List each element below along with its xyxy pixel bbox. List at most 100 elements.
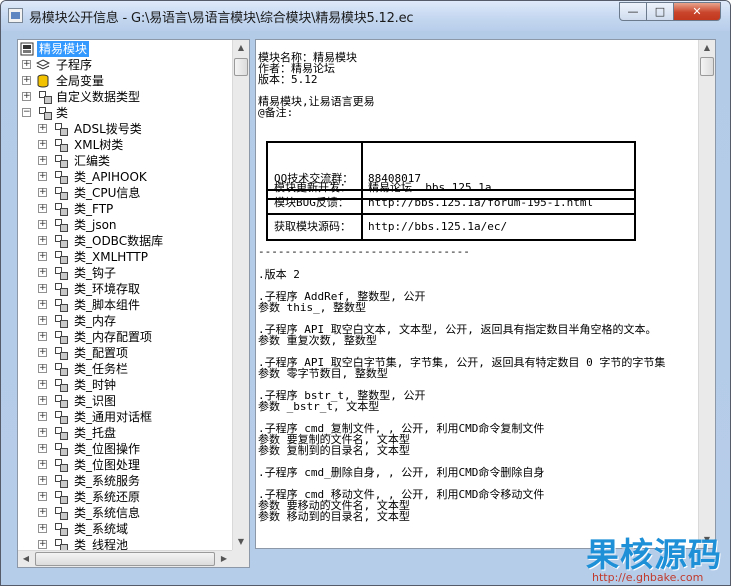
expand-icon[interactable]: + [38, 508, 47, 517]
table-key: 获取模块源码： [274, 220, 351, 233]
expand-icon[interactable]: + [38, 124, 47, 133]
expand-icon[interactable]: + [38, 460, 47, 469]
scroll-up-arrow-icon[interactable]: ▲ [233, 40, 249, 56]
expand-icon[interactable]: + [38, 316, 47, 325]
horizontal-scroll-thumb[interactable] [35, 552, 215, 566]
class-icon [54, 218, 68, 232]
expand-icon[interactable]: + [38, 428, 47, 437]
expand-icon[interactable]: + [38, 412, 47, 421]
tree-item-label: 类_CPU信息 [74, 186, 141, 200]
expand-icon[interactable]: + [38, 524, 47, 533]
expand-icon[interactable]: + [38, 172, 47, 181]
expand-icon[interactable]: + [38, 236, 47, 245]
module-info-text[interactable]: 模块更新开发： 精易论坛 bbs.125.1a QQ技术交流群： 8840801… [258, 52, 697, 548]
expand-icon[interactable]: + [38, 540, 47, 549]
database-icon [36, 74, 50, 88]
expand-icon[interactable]: + [38, 492, 47, 501]
expand-icon[interactable]: + [38, 204, 47, 213]
class-icon [54, 506, 68, 520]
scroll-down-arrow-icon[interactable]: ▼ [233, 534, 249, 550]
expand-icon[interactable]: + [38, 380, 47, 389]
module-tree[interactable]: 精易模块 + 子程序 + 全局变量 + 自定义数据类型 − 类 + ADSL拨号… [18, 40, 232, 552]
class-icon [54, 234, 68, 248]
module-info-pane: 模块更新开发： 精易论坛 bbs.125.1a QQ技术交流群： 8840801… [255, 39, 716, 549]
tree-item-label: 类_托盘 [74, 426, 117, 440]
expand-icon[interactable]: + [38, 364, 47, 373]
info-line: @备注: [258, 106, 294, 119]
code-line: 参数 重复次数, 整数型 [258, 334, 377, 347]
code-line: 参数 _bstr_t, 文本型 [258, 400, 380, 413]
expand-icon[interactable]: + [38, 220, 47, 229]
tree-item-label: 类_ODBC数据库 [74, 234, 164, 248]
tree-item-label: 汇编类 [74, 154, 111, 168]
expand-icon[interactable]: + [38, 300, 47, 309]
expand-icon[interactable]: + [22, 60, 31, 69]
expand-icon[interactable]: + [22, 76, 31, 85]
code-line: 参数 移动到的目录名, 文本型 [258, 510, 410, 523]
tree-item-label: 类_系统还原 [74, 490, 141, 504]
expand-icon[interactable]: + [38, 284, 47, 293]
tree-item-label: 类_系统域 [74, 522, 129, 536]
table-key: 模块BUG反馈： [274, 196, 349, 209]
class-icon [54, 282, 68, 296]
scroll-thumb[interactable] [700, 57, 714, 76]
expand-icon[interactable]: + [38, 332, 47, 341]
separator-line: -------------------------------- [258, 245, 470, 258]
scroll-thumb[interactable] [234, 58, 248, 76]
tree-item-label: 类_任务栏 [74, 362, 129, 376]
class-icon [54, 458, 68, 472]
collapse-icon[interactable]: − [22, 108, 31, 117]
class-icon [38, 90, 52, 104]
minimize-button[interactable]: — [619, 2, 647, 21]
main-window: 易模块公开信息 - G:\易语言\易语言模块\综合模块\精易模块5.12.ec … [0, 0, 731, 586]
tree-item-label: 类_配置项 [74, 346, 129, 360]
tree-item-label: 类_时钟 [74, 378, 117, 392]
table-key: QQ技术交流群： [274, 172, 354, 185]
table-row: QQ技术交流群： 88408017 [268, 167, 634, 191]
tree-item-label: 类_APIHOOK [74, 170, 147, 184]
expand-icon[interactable]: + [38, 140, 47, 149]
expand-icon[interactable]: + [38, 156, 47, 165]
tree-item-label: 类_位图操作 [74, 442, 141, 456]
tree-item-label: 自定义数据类型 [56, 90, 141, 104]
tree-item-label: 类_XMLHTTP [74, 250, 148, 264]
scroll-up-arrow-icon[interactable]: ▲ [699, 40, 715, 56]
tree-item-label: 类_环境存取 [74, 282, 141, 296]
table-value: http://bbs.125.1a/forum-195-1.html [368, 196, 594, 209]
class-icon [54, 426, 68, 440]
expand-icon[interactable]: + [38, 188, 47, 197]
class-icon [54, 186, 68, 200]
scroll-right-arrow-icon[interactable]: ▶ [216, 551, 232, 567]
tree-vertical-scrollbar[interactable]: ▲ ▼ [232, 40, 249, 550]
expand-icon[interactable]: + [22, 92, 31, 101]
tree-horizontal-scrollbar[interactable]: ◀ ▶ [18, 550, 232, 567]
table-value: 88408017 [368, 172, 421, 185]
class-icon [54, 378, 68, 392]
class-icon [54, 154, 68, 168]
class-icon [54, 298, 68, 312]
close-button[interactable]: ✕ [673, 2, 721, 21]
class-icon [54, 394, 68, 408]
class-icon [54, 202, 68, 216]
class-icon [54, 522, 68, 536]
table-row: 模块BUG反馈： http://bbs.125.1a/forum-195-1.h… [268, 191, 634, 215]
expand-icon[interactable]: + [38, 396, 47, 405]
class-icon [54, 474, 68, 488]
class-icon [54, 410, 68, 424]
tree-root-label: 精易模块 [37, 41, 90, 57]
code-line: 参数 this_, 整数型 [258, 301, 366, 314]
maximize-button[interactable]: □ [646, 2, 674, 21]
expand-icon[interactable]: + [38, 476, 47, 485]
tree-item-label: 类_通用对话框 [74, 410, 153, 424]
module-icon [20, 42, 34, 56]
expand-icon[interactable]: + [38, 252, 47, 261]
expand-icon[interactable]: + [38, 348, 47, 357]
title-bar[interactable]: 易模块公开信息 - G:\易语言\易语言模块\综合模块\精易模块5.12.ec … [1, 1, 730, 31]
tree-item-label: 类_内存配置项 [74, 330, 153, 344]
expand-icon[interactable]: + [38, 268, 47, 277]
watermark-title: 果核源码 [586, 535, 722, 574]
tree-item-label: 全局变量 [56, 74, 105, 88]
scroll-left-arrow-icon[interactable]: ◀ [18, 551, 34, 567]
info-vertical-scrollbar[interactable]: ▲ ▼ [698, 40, 715, 548]
expand-icon[interactable]: + [38, 444, 47, 453]
